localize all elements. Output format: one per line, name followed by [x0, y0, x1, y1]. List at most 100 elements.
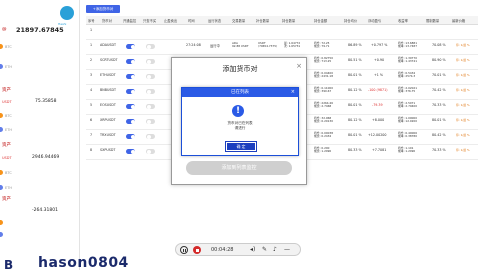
row-qty: ADA 92.88 USDT: [232, 41, 249, 49]
ok-button[interactable]: 确 定: [225, 141, 257, 152]
row-pnl: +1 %: [374, 73, 384, 77]
row-amount: 持仓: 72.25 成交: 79.71: [314, 41, 330, 49]
row-limit: 持仓: 13.6881 成本: 13.7487: [398, 41, 417, 49]
row-amount: 持仓: 0.04400 成交: 2431.18: [314, 71, 333, 79]
watch-only-toggle[interactable]: [146, 119, 155, 124]
row-ratio: 80.01 %: [348, 73, 362, 77]
btc-coin-icon: [0, 170, 3, 175]
row-index: 5: [90, 103, 93, 107]
coin-label: ETH: [5, 65, 12, 69]
recording-time: 00:04:28: [211, 247, 234, 253]
row-ratio: 80.12 %: [348, 88, 362, 92]
row-index: 4: [90, 88, 93, 92]
row-limit: 持仓: 1.09000 成本: 12.0200: [398, 116, 417, 124]
alert-title: 已在列表: [182, 88, 298, 97]
pair-name: SCRTUSDT: [100, 58, 118, 62]
eth-coin-icon: [0, 64, 3, 69]
coin-label: BTC: [5, 45, 12, 49]
column-header: 最新价格: [452, 19, 466, 23]
row-amount: 持仓: 0.00038 成交: 0.2434: [314, 131, 333, 139]
column-header: 持仓均价: [344, 19, 358, 23]
row-limit: 持仓: 1.101 成本: 1.2090: [398, 146, 416, 154]
row-action[interactable]: 停: 1/最 %: [456, 148, 470, 152]
monitor-toggle[interactable]: [126, 134, 135, 139]
row-limit: 持仓: 1.39770 成本: 1.43741: [398, 56, 417, 64]
row-pct: 70.33 %: [432, 148, 446, 152]
row-ratio: 80.51 %: [348, 58, 362, 62]
total-label: @: [2, 27, 7, 32]
watch-only-toggle[interactable]: [146, 89, 155, 94]
watch-only-toggle[interactable]: [146, 134, 155, 139]
pair-name: EOSUSDT: [100, 103, 116, 107]
watch-only-toggle[interactable]: [146, 59, 155, 64]
watch-only-toggle[interactable]: [146, 74, 155, 79]
close-icon[interactable]: ×: [296, 62, 302, 70]
row-action[interactable]: 停: 1/最 %: [456, 133, 470, 137]
mic-icon[interactable]: ♪: [273, 246, 277, 253]
pause-icon[interactable]: [180, 246, 188, 254]
column-header: 时间: [188, 19, 195, 23]
coin-label: USDT: [2, 156, 12, 160]
row-action[interactable]: 停: 1/最 %: [456, 58, 470, 62]
pair-name: BNBUSDT: [100, 88, 117, 92]
add-to-monitor-button[interactable]: 添加到列表监控: [186, 161, 292, 175]
add-pair-button[interactable]: +添加货币对: [86, 5, 120, 13]
btc-coin-icon: [0, 44, 3, 49]
dialog-title: 添加货币对: [222, 65, 258, 73]
row-index: 3: [90, 73, 93, 77]
table-row: 1: [86, 25, 478, 40]
row-limit: 持仓: 0.5434 成本: 2574.3: [398, 71, 416, 79]
row-amount: 持仓: 0.11000 成交: 390.67: [314, 86, 333, 94]
row-status: 运行中: [210, 44, 220, 48]
row-amount: 持仓: 0.200 成交: 1.2090: [314, 146, 332, 154]
dash-icon[interactable]: —: [284, 246, 290, 253]
logo-icon: [60, 6, 74, 20]
column-header: 运行状态: [208, 19, 222, 23]
row-ratio: 80.01 %: [348, 133, 362, 137]
monitor-toggle[interactable]: [126, 104, 135, 109]
monitor-toggle[interactable]: [126, 59, 135, 64]
row-pct: 80.90 %: [432, 58, 446, 62]
table-row[interactable]: 1 ADAUSDT 27:24:08 运行中 ADA 92.88 USDT US…: [86, 40, 478, 55]
monitor-toggle[interactable]: [126, 74, 135, 79]
monitor-toggle[interactable]: [126, 89, 135, 94]
row-hold: 最: 1.64772 次: 1.65731: [284, 41, 301, 49]
row-action[interactable]: 停: 1/最 %: [456, 103, 470, 107]
row-index: 8: [90, 148, 93, 152]
row-index: 7: [90, 133, 93, 137]
row-pct: 70.33 %: [432, 103, 446, 107]
coin-label: BTC: [5, 114, 12, 118]
column-header: 限制数量: [426, 19, 440, 23]
watermark-text: hason0804: [38, 255, 129, 271]
stop-icon[interactable]: [193, 246, 201, 254]
section-c-value: -264.31801: [32, 208, 58, 213]
speaker-icon[interactable]: ◂): [250, 246, 255, 253]
monitor-toggle[interactable]: [126, 149, 135, 154]
row-index: 1: [90, 43, 93, 47]
pair-name: XRPUSDT: [100, 118, 116, 122]
watch-only-toggle[interactable]: [146, 44, 155, 49]
watch-only-toggle[interactable]: [146, 149, 155, 154]
row-pct: 70.42 %: [432, 88, 446, 92]
monitor-toggle[interactable]: [126, 44, 135, 49]
row-action[interactable]: 停: 1/最 %: [456, 118, 470, 122]
column-header: 货币对: [102, 19, 112, 23]
already-listed-alert: 已在列表 × ! 货币对已在列表 请进行 确 定: [181, 87, 299, 156]
row-action[interactable]: 停: 1/最 %: [456, 73, 470, 77]
close-icon[interactable]: ×: [291, 88, 295, 97]
monitor-toggle[interactable]: [126, 119, 135, 124]
row-limit: 持仓: 2.5071 成本: 2.79400: [398, 101, 417, 109]
row-action[interactable]: 停: 1/最 %: [456, 43, 470, 47]
watch-only-toggle[interactable]: [146, 104, 155, 109]
row-action[interactable]: 停: 1/最 %: [456, 88, 470, 92]
toolbar: [80, 0, 480, 16]
section-b-heading: 资产: [2, 143, 11, 148]
row-pnl: +7.7081: [372, 148, 387, 152]
row-ratio: 80.12 %: [348, 118, 362, 122]
pen-icon[interactable]: ✎: [262, 246, 267, 253]
column-header: 持仓金额: [314, 19, 328, 23]
btc-coin-icon: [0, 113, 3, 118]
column-header: 开通监控: [123, 19, 137, 23]
row-pct: 70.08 %: [432, 43, 446, 47]
screen-recorder-bar: 00:04:28 ◂) ✎ ♪ —: [175, 243, 301, 256]
